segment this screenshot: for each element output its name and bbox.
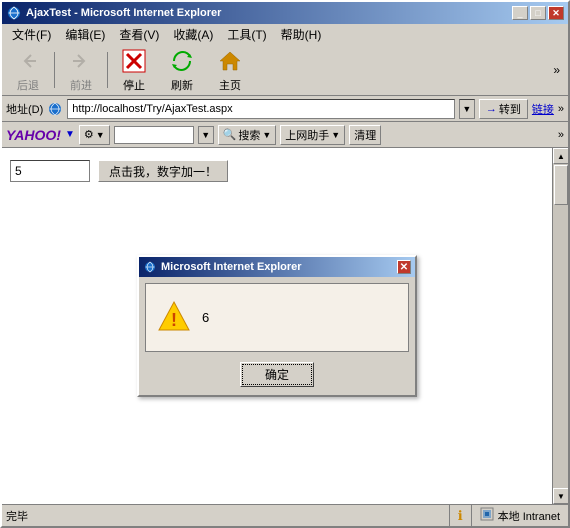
status-panels: ℹ 本地 Intranet bbox=[449, 505, 568, 526]
menu-view[interactable]: 查看(V) bbox=[113, 25, 165, 44]
browser-window: AjaxTest - Microsoft Internet Explorer _… bbox=[0, 0, 570, 528]
window-title: AjaxTest - Microsoft Internet Explorer bbox=[26, 7, 221, 19]
yahoo-dropdown[interactable]: ▼ bbox=[65, 129, 75, 140]
yahoo-search-input[interactable] bbox=[114, 126, 194, 144]
clear-label: 清理 bbox=[354, 127, 376, 143]
back-button[interactable]: 后退 bbox=[6, 45, 50, 95]
back-icon bbox=[14, 47, 42, 75]
page-content: 点击我，数字加一！ bbox=[2, 148, 552, 504]
menu-tools[interactable]: 工具(T) bbox=[221, 25, 272, 44]
yahoo-toolbar: YAHOO! ▼ ⚙ ▼ ▼ 🔍 搜索 ▼ 上网助手 ▼ 清理 » bbox=[2, 122, 568, 148]
help-arrow-icon: ▼ bbox=[331, 130, 340, 140]
dialog-title-left: Microsoft Internet Explorer bbox=[143, 260, 302, 274]
home-button[interactable]: 主页 bbox=[208, 45, 252, 95]
title-bar-left: AjaxTest - Microsoft Internet Explorer bbox=[6, 5, 221, 21]
toolbar-more-addr[interactable]: » bbox=[558, 103, 564, 115]
go-arrow-icon: → bbox=[486, 103, 497, 115]
address-dropdown[interactable]: ▼ bbox=[459, 99, 475, 119]
toolbar: 后退 前进 停止 bbox=[2, 44, 568, 96]
forward-button[interactable]: 前进 bbox=[59, 45, 103, 95]
toolbar-more-yahoo[interactable]: » bbox=[558, 129, 564, 141]
menu-bar: 文件(F) 编辑(E) 查看(V) 收藏(A) 工具(T) 帮助(H) bbox=[2, 24, 568, 44]
scroll-up-button[interactable]: ▲ bbox=[553, 148, 568, 164]
refresh-icon bbox=[168, 47, 196, 75]
links-label[interactable]: 链接 bbox=[532, 101, 554, 117]
info-icon: ℹ bbox=[458, 508, 463, 524]
home-label: 主页 bbox=[219, 77, 241, 93]
help-label: 上网助手 bbox=[285, 127, 329, 143]
dialog-close-button[interactable]: ✕ bbox=[397, 260, 411, 274]
dialog-titlebar: Microsoft Internet Explorer ✕ bbox=[139, 257, 415, 277]
dialog-overlay: Microsoft Internet Explorer ✕ ! bbox=[2, 148, 552, 504]
address-bar: 地址(D) ▼ → 转到 链接 » bbox=[2, 96, 568, 122]
svg-text:!: ! bbox=[171, 310, 177, 330]
menu-file[interactable]: 文件(F) bbox=[6, 25, 57, 44]
scroll-down-button[interactable]: ▼ bbox=[553, 488, 568, 504]
address-label: 地址(D) bbox=[6, 101, 43, 117]
warning-icon: ! bbox=[158, 300, 190, 335]
search-dropdown[interactable]: ▼ bbox=[198, 126, 214, 144]
menu-edit[interactable]: 编辑(E) bbox=[59, 25, 111, 44]
search-arrow-icon: ▼ bbox=[262, 130, 271, 140]
ok-button[interactable]: 确定 bbox=[240, 362, 314, 387]
menu-help[interactable]: 帮助(H) bbox=[275, 25, 328, 44]
ie-dialog: Microsoft Internet Explorer ✕ ! bbox=[137, 255, 417, 397]
search-icon: 🔍 bbox=[223, 128, 237, 141]
clear-button[interactable]: 清理 bbox=[349, 125, 381, 145]
status-info-panel: ℹ bbox=[449, 505, 471, 526]
menu-favorites[interactable]: 收藏(A) bbox=[167, 25, 219, 44]
minimize-button[interactable]: _ bbox=[512, 6, 528, 20]
dialog-body: ! 6 bbox=[145, 283, 409, 352]
dialog-title: Microsoft Internet Explorer bbox=[161, 261, 302, 273]
forward-icon bbox=[67, 47, 95, 75]
maximize-button[interactable]: □ bbox=[530, 6, 546, 20]
refresh-label: 刷新 bbox=[171, 77, 193, 93]
help-button[interactable]: 上网助手 ▼ bbox=[280, 125, 345, 145]
refresh-button[interactable]: 刷新 bbox=[160, 45, 204, 95]
scrollbar-track[interactable] bbox=[553, 164, 568, 488]
yahoo-search-button[interactable]: 🔍 搜索 ▼ bbox=[218, 125, 277, 145]
dialog-message: 6 bbox=[202, 310, 209, 325]
stop-label: 停止 bbox=[123, 77, 145, 93]
ie-icon bbox=[6, 5, 22, 21]
yahoo-logo: YAHOO! bbox=[6, 127, 61, 143]
scrollbar-thumb[interactable] bbox=[554, 165, 568, 205]
status-text: 完毕 bbox=[2, 508, 449, 524]
forward-label: 前进 bbox=[70, 77, 92, 93]
home-icon bbox=[216, 47, 244, 75]
content-area: 点击我，数字加一！ bbox=[2, 148, 568, 504]
search-label: 搜索 bbox=[238, 127, 260, 143]
settings-dropdown-icon: ▼ bbox=[96, 130, 105, 140]
yahoo-settings-button[interactable]: ⚙ ▼ bbox=[79, 125, 110, 145]
dialog-footer: 确定 bbox=[139, 358, 415, 395]
dialog-ie-icon bbox=[143, 260, 157, 274]
stop-button[interactable]: 停止 bbox=[112, 45, 156, 95]
settings-icon: ⚙ bbox=[84, 128, 94, 141]
go-button[interactable]: → 转到 bbox=[479, 99, 528, 119]
zone-icon bbox=[480, 507, 494, 524]
go-label: 转到 bbox=[499, 101, 521, 117]
page-icon bbox=[47, 101, 63, 117]
close-button[interactable]: ✕ bbox=[548, 6, 564, 20]
title-bar: AjaxTest - Microsoft Internet Explorer _… bbox=[2, 2, 568, 24]
zone-label: 本地 Intranet bbox=[498, 508, 560, 524]
back-label: 后退 bbox=[17, 77, 39, 93]
scrollbar-right: ▲ ▼ bbox=[552, 148, 568, 504]
title-buttons: _ □ ✕ bbox=[512, 6, 564, 20]
stop-icon bbox=[120, 47, 148, 75]
status-bar: 完毕 ℹ 本地 Intranet bbox=[2, 504, 568, 526]
address-input[interactable] bbox=[67, 99, 455, 119]
toolbar-more[interactable]: » bbox=[549, 59, 564, 81]
status-zone-panel: 本地 Intranet bbox=[471, 505, 568, 526]
